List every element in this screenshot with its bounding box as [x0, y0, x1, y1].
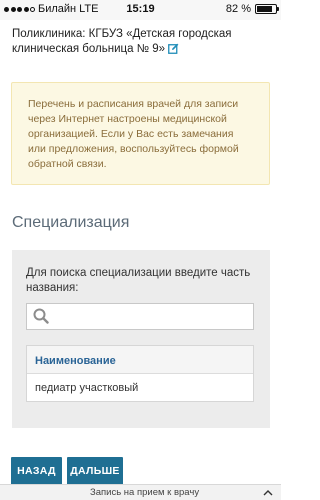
- clinic-name: Поликлиника: КГБУЗ «Детская городская кл…: [12, 28, 232, 55]
- search-icon: [33, 308, 49, 329]
- notice-text: Перечень и расписания врачей для записи …: [28, 98, 239, 170]
- edit-icon[interactable]: [168, 43, 179, 59]
- results-table: Наименование педиатр участковый: [26, 345, 254, 402]
- battery-percent: 82 %: [225, 3, 251, 15]
- info-notice: Перечень и расписания врачей для записи …: [11, 82, 270, 185]
- clinic-info: Поликлиника: КГБУЗ «Детская городская кл…: [12, 27, 274, 59]
- next-button[interactable]: ДАЛЬШЕ: [67, 457, 123, 486]
- search-panel: Для поиска специализации введите часть н…: [12, 250, 270, 428]
- status-bar: Билайн LTE 15:19 82 %: [0, 0, 281, 20]
- table-row[interactable]: педиатр участковый: [27, 374, 253, 401]
- battery-icon: [255, 4, 279, 14]
- browser-bottom-bar: Запись на прием к врачу: [0, 484, 281, 500]
- table-header[interactable]: Наименование: [27, 346, 253, 374]
- search-label: Для поиска специализации введите часть н…: [26, 267, 251, 294]
- section-title: Специализация: [12, 214, 130, 231]
- back-button[interactable]: НАЗАД: [11, 457, 62, 486]
- chevron-up-icon[interactable]: [263, 486, 273, 500]
- search-box[interactable]: [26, 303, 254, 330]
- page-url-text: Запись на прием к врачу: [90, 487, 200, 498]
- status-right: 82 %: [225, 3, 279, 15]
- search-input[interactable]: [55, 306, 250, 327]
